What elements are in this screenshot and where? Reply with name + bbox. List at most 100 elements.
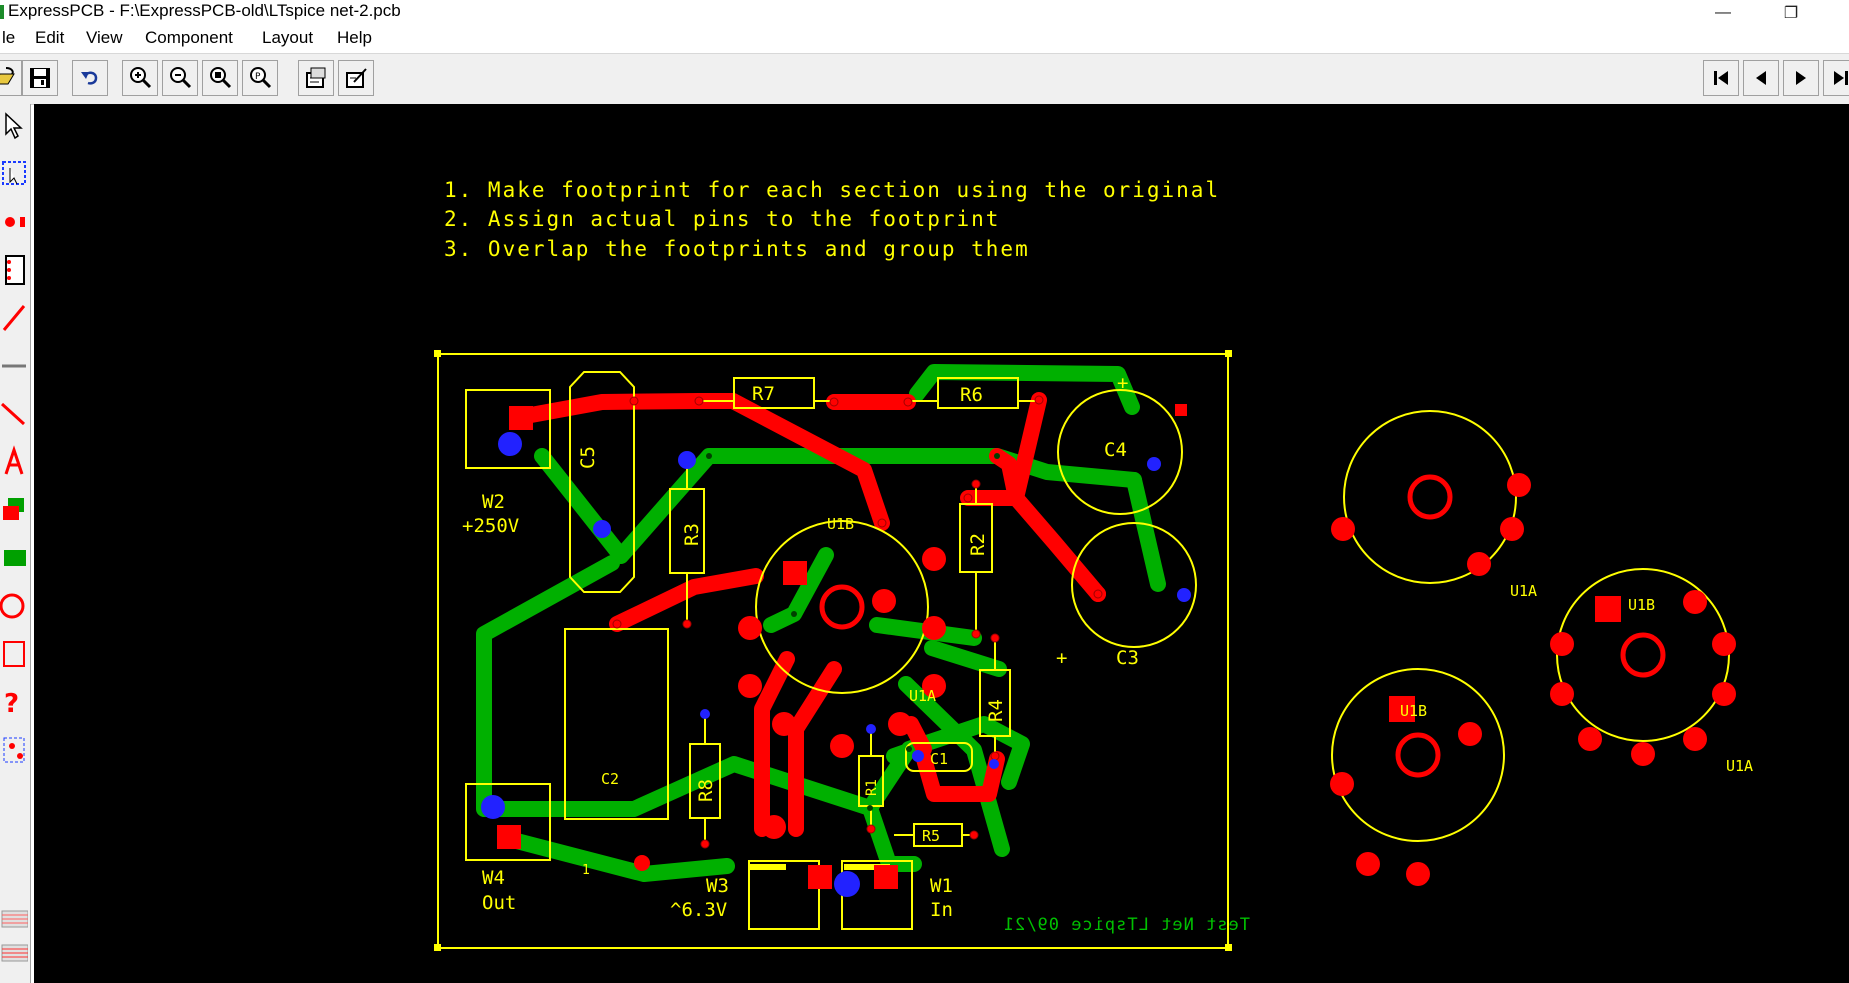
via-c1-1 [912,750,924,762]
top-layer-selector[interactable] [0,904,28,934]
u1b-socket-outline [755,520,929,694]
menu-help[interactable]: Help [337,28,372,48]
bottom-layer-selector[interactable] [0,938,28,968]
edit-properties-icon [346,68,367,88]
edit-properties-button[interactable] [338,60,374,96]
zoom-out-button[interactable] [162,60,198,96]
menu-file[interactable]: le [2,28,15,48]
group-tool-icon [3,737,25,763]
help-tool[interactable]: ? [0,680,28,724]
save-button[interactable] [22,60,58,96]
menu-layout[interactable]: Layout [262,28,313,48]
pin-tool[interactable] [0,200,28,244]
restore-button[interactable]: ❐ [1768,0,1814,26]
next-page-button[interactable] [1783,60,1819,96]
minimize-button[interactable]: — [1700,0,1746,26]
open-button[interactable] [0,60,22,96]
first-page-button[interactable] [1703,60,1739,96]
via-w4 [481,795,505,819]
label-u1a-main: U1A [909,687,936,705]
text-tool[interactable] [0,440,28,484]
component-tool[interactable] [0,248,28,292]
label-r7: R7 [752,383,775,405]
trace-green-3 [1126,472,1166,592]
pad-u1b-1 [783,561,807,585]
trace-tool[interactable] [0,296,28,340]
via-c4 [1147,457,1161,471]
label-u1b-main: U1B [827,515,854,533]
zoom-out-icon [170,67,192,89]
label-r6: R6 [960,384,983,406]
via-r3-top [678,451,696,469]
label-c4: C4 [1104,439,1127,461]
via-w2 [498,432,522,456]
label-c5: C5 [577,446,599,469]
trace-red-8 [754,651,795,837]
bottom-layer-icon [1,944,28,962]
trace-tool-icon [2,305,26,331]
fp1-socket [1343,410,1517,584]
group-tool[interactable] [0,728,28,772]
menu-view[interactable]: View [86,28,123,48]
pad-fp2-1 [1595,596,1621,622]
undo-icon [81,71,98,85]
zoom-fit-button[interactable] [202,60,238,96]
save-icon [30,68,50,88]
menu-edit[interactable]: Edit [35,28,64,48]
properties-button[interactable] [298,60,334,96]
menu-component[interactable]: Component [145,28,233,48]
circle-tool[interactable] [0,584,28,628]
pcb-canvas[interactable]: R7 R6 C4 + C5 W2 +250V R3 U1B R2 C3 + U1… [34,104,1849,983]
top-layer-icon [1,910,28,928]
diagonal-line-icon [0,402,26,426]
label-r5: R5 [922,827,940,845]
circle-tool-icon [0,593,25,619]
fill-tool-icon [4,550,26,566]
first-page-icon [1714,71,1728,85]
diagonal-tool[interactable] [0,392,28,436]
select-arrow-icon [5,112,23,140]
previous-page-button[interactable] [1743,60,1779,96]
zoom-in-button[interactable] [122,60,158,96]
trace-green-9 [924,640,1007,677]
label-w2-voltage: +250V [462,515,519,537]
label-c1: C1 [930,750,948,768]
via-r8 [700,709,710,719]
layer-tool[interactable] [0,488,28,532]
undo-button[interactable] [72,60,108,96]
app-icon [0,5,4,19]
line-tool[interactable] [0,344,28,388]
fp3-socket [1331,668,1505,842]
pad-w1-1 [874,865,898,889]
menu-bar: le Edit View Component Layout Help [0,26,1849,52]
label-w4: W4 [482,867,505,889]
pcb-drawing: R7 R6 C4 + C5 W2 +250V R3 U1B R2 C3 + U1… [434,350,1753,951]
zoom-previous-icon: P [250,67,272,89]
properties-icon [306,67,326,88]
zoom-previous-button[interactable]: P [242,60,278,96]
dimension-tool[interactable] [0,632,28,676]
via-r1 [866,724,876,734]
help-tool-icon: ? [4,689,19,719]
label-c2-pin1: 1 [582,863,590,878]
select-tool[interactable] [0,104,28,148]
fill-tool[interactable] [0,536,28,580]
zoom-fit-icon [210,67,232,89]
last-page-button[interactable] [1823,60,1849,96]
area-select-tool[interactable] [0,152,28,196]
trace-green-5 [501,831,735,882]
last-page-icon [1834,71,1848,85]
label-c3-plus: + [1056,647,1067,669]
pad-w2-1 [509,406,533,430]
note-line-3: 3. Overlap the footprints and group them [444,237,1030,261]
text-tool-icon [4,445,24,475]
title-bar: ExpressPCB - F:\ExpressPCB-old\LTspice n… [0,0,1849,26]
trace-red-9 [788,661,842,837]
previous-page-icon [1756,71,1766,85]
svg-text:?: ? [4,689,19,719]
label-r4: R4 [985,699,1007,722]
component-tool-icon [5,255,25,285]
dimension-tool-icon [3,641,25,667]
label-r1: R1 [864,779,880,796]
via-c1-2 [989,759,999,769]
